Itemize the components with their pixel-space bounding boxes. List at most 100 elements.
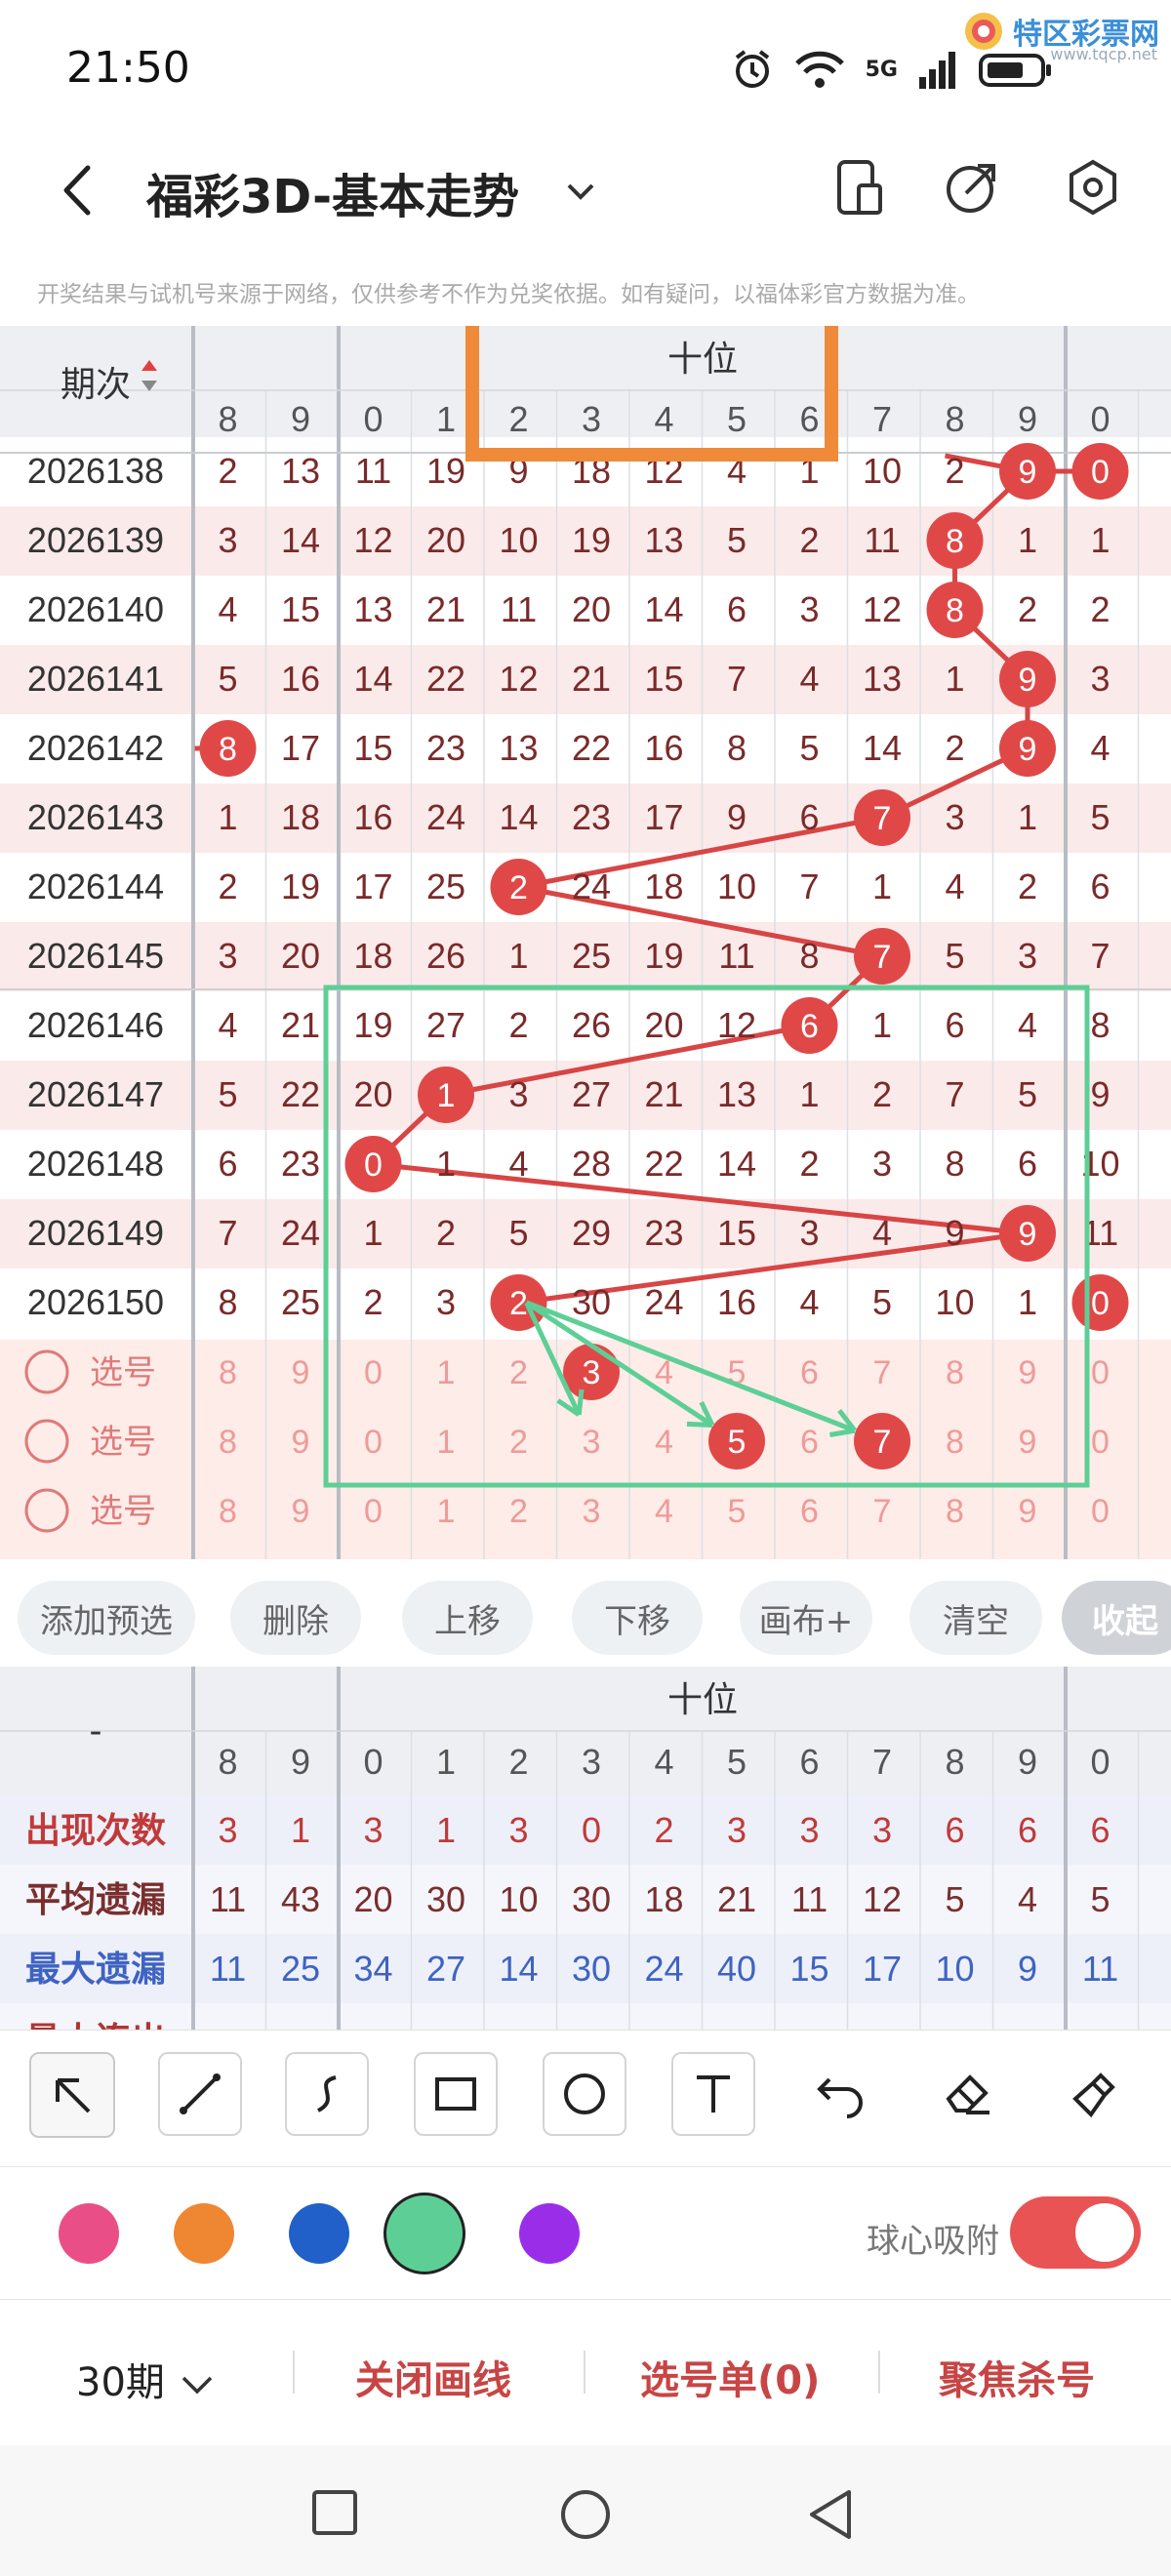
pick-number[interactable]: 0 bbox=[364, 1354, 383, 1391]
clear-button[interactable]: 清空 bbox=[909, 1581, 1042, 1655]
pick-number[interactable]: 7 bbox=[873, 1354, 892, 1391]
settings-gear-icon[interactable] bbox=[1064, 156, 1122, 219]
line-tool[interactable] bbox=[158, 2052, 242, 2136]
pick-number[interactable]: 6 bbox=[800, 1493, 819, 1530]
magnet-label: 球心吸附 bbox=[867, 2222, 999, 2261]
pick-number[interactable]: 8 bbox=[219, 1424, 237, 1461]
pointer-icon bbox=[56, 2078, 91, 2113]
curve-tool[interactable] bbox=[285, 2052, 369, 2136]
pick-number[interactable]: 1 bbox=[437, 1354, 456, 1391]
back-nav-icon[interactable] bbox=[806, 2488, 855, 2541]
text-tool[interactable] bbox=[671, 2052, 755, 2136]
miss-count: 2 bbox=[799, 520, 819, 560]
recents-icon[interactable] bbox=[310, 2488, 359, 2537]
focus-kill-button[interactable]: 聚焦杀号 bbox=[939, 2349, 1095, 2405]
pick-number[interactable]: 9 bbox=[1019, 1493, 1037, 1530]
pick-number[interactable]: 9 bbox=[292, 1424, 310, 1461]
miss-count: 28 bbox=[572, 1144, 611, 1184]
canvas-plus-button[interactable]: 画布+ bbox=[740, 1581, 872, 1655]
brush-clear-tool[interactable] bbox=[1054, 2052, 1138, 2136]
collapse-button[interactable]: 收起 bbox=[1062, 1581, 1171, 1655]
pick-number[interactable]: 6 bbox=[800, 1354, 819, 1391]
miss-count: 4 bbox=[1018, 1005, 1037, 1045]
pick-number[interactable]: 8 bbox=[946, 1424, 964, 1461]
color-swatch-selected[interactable] bbox=[384, 2193, 465, 2274]
miss-count: 8 bbox=[799, 936, 819, 976]
pick-number[interactable]: 9 bbox=[1019, 1424, 1037, 1461]
share-icon[interactable] bbox=[943, 156, 1001, 219]
pick-number[interactable]: 9 bbox=[292, 1354, 310, 1391]
stats-column-header: 9 bbox=[1018, 1742, 1037, 1782]
add-preselect-button[interactable]: 添加预选 bbox=[18, 1581, 195, 1655]
period-column-header[interactable]: 期次 bbox=[61, 364, 131, 404]
miss-count: 7 bbox=[727, 659, 747, 699]
period-label: 2026149 bbox=[27, 1213, 164, 1253]
trend-table: 期次 十位 8 9 0 1 2 3 4 5 6 7 8 9 0 2026138 2 13 11 19 9 18 12 4 1 10… bbox=[0, 326, 1171, 1559]
pick-number[interactable]: 8 bbox=[219, 1493, 237, 1530]
pick-number[interactable]: 9 bbox=[1019, 1354, 1037, 1391]
pick-number[interactable]: 0 bbox=[1091, 1493, 1110, 1530]
close-lines-button[interactable]: 关闭画线 bbox=[355, 2349, 511, 2405]
hit-ball-number: 8 bbox=[946, 523, 964, 560]
color-swatch[interactable] bbox=[519, 2203, 580, 2264]
circle-tool[interactable] bbox=[543, 2052, 626, 2136]
pick-number[interactable]: 2 bbox=[509, 1493, 528, 1530]
pick-label[interactable]: 选号 bbox=[90, 1354, 156, 1391]
miss-count: 5 bbox=[872, 1282, 892, 1322]
color-swatch[interactable] bbox=[174, 2203, 234, 2264]
pick-number[interactable]: 2 bbox=[509, 1354, 528, 1391]
signal-icon bbox=[919, 52, 955, 89]
pick-number[interactable]: 0 bbox=[1091, 1424, 1110, 1461]
trend-grid: 期次十位8 9 0 1 2 3 4 5 6 7 8 9 02026138 2 13 11 19 9 18 12 4 1 10… bbox=[0, 326, 1171, 1559]
selected-pick-number: 3 bbox=[583, 1354, 601, 1391]
eraser-tool[interactable] bbox=[927, 2052, 1011, 2136]
pick-number[interactable]: 8 bbox=[946, 1354, 964, 1391]
miss-count: 20 bbox=[572, 589, 611, 629]
phone-layout-icon[interactable] bbox=[829, 156, 888, 219]
move-up-button[interactable]: 上移 bbox=[402, 1581, 533, 1655]
pointer-tool[interactable] bbox=[29, 2052, 115, 2138]
color-swatch[interactable] bbox=[289, 2203, 349, 2264]
pick-number[interactable]: 4 bbox=[655, 1424, 673, 1461]
miss-count: 5 bbox=[727, 520, 747, 560]
separator bbox=[584, 2351, 586, 2394]
stats-value: 5 bbox=[945, 1879, 964, 1919]
pick-label[interactable]: 选号 bbox=[90, 1424, 156, 1461]
column-header: 0 bbox=[1090, 399, 1110, 439]
miss-count: 2 bbox=[218, 451, 237, 491]
period-label: 2026140 bbox=[27, 589, 164, 629]
pick-number[interactable]: 8 bbox=[946, 1493, 964, 1530]
pick-number[interactable]: 9 bbox=[292, 1493, 310, 1530]
pick-list-button[interactable]: 选号单(0) bbox=[640, 2349, 820, 2405]
hit-ball-number: 9 bbox=[1019, 731, 1037, 768]
back-arrow-icon[interactable] bbox=[49, 156, 107, 224]
period-selector[interactable]: 30期 bbox=[76, 2351, 217, 2407]
pick-number[interactable]: 1 bbox=[437, 1424, 456, 1461]
hit-ball-number: 9 bbox=[1019, 1216, 1037, 1253]
pick-number[interactable]: 2 bbox=[509, 1424, 528, 1461]
magnet-toggle[interactable] bbox=[1010, 2196, 1141, 2269]
delete-button[interactable]: 删除 bbox=[230, 1581, 361, 1655]
column-header: 2 bbox=[508, 399, 528, 439]
pick-label[interactable]: 选号 bbox=[90, 1493, 156, 1530]
chevron-down-icon[interactable] bbox=[561, 172, 600, 211]
pick-number[interactable]: 6 bbox=[800, 1424, 819, 1461]
pick-number[interactable]: 8 bbox=[219, 1354, 237, 1391]
pick-number[interactable]: 5 bbox=[728, 1493, 747, 1530]
pick-number[interactable]: 1 bbox=[437, 1493, 456, 1530]
pick-number[interactable]: 4 bbox=[655, 1493, 673, 1530]
home-icon[interactable] bbox=[559, 2488, 612, 2541]
undo-tool[interactable] bbox=[798, 2052, 882, 2136]
rectangle-tool[interactable] bbox=[414, 2052, 498, 2136]
pick-number[interactable]: 0 bbox=[364, 1424, 383, 1461]
pick-number[interactable]: 0 bbox=[364, 1493, 383, 1530]
move-down-button[interactable]: 下移 bbox=[572, 1581, 703, 1655]
pick-number[interactable]: 0 bbox=[1091, 1354, 1110, 1391]
pick-number[interactable]: 3 bbox=[583, 1424, 601, 1461]
stats-value: 0 bbox=[582, 1810, 601, 1850]
pick-number[interactable]: 3 bbox=[583, 1493, 601, 1530]
miss-count: 13 bbox=[863, 659, 902, 699]
color-swatch[interactable] bbox=[59, 2203, 119, 2264]
pick-number[interactable]: 7 bbox=[873, 1493, 892, 1530]
page-title[interactable]: 福彩3D-基本走势 bbox=[146, 158, 519, 226]
